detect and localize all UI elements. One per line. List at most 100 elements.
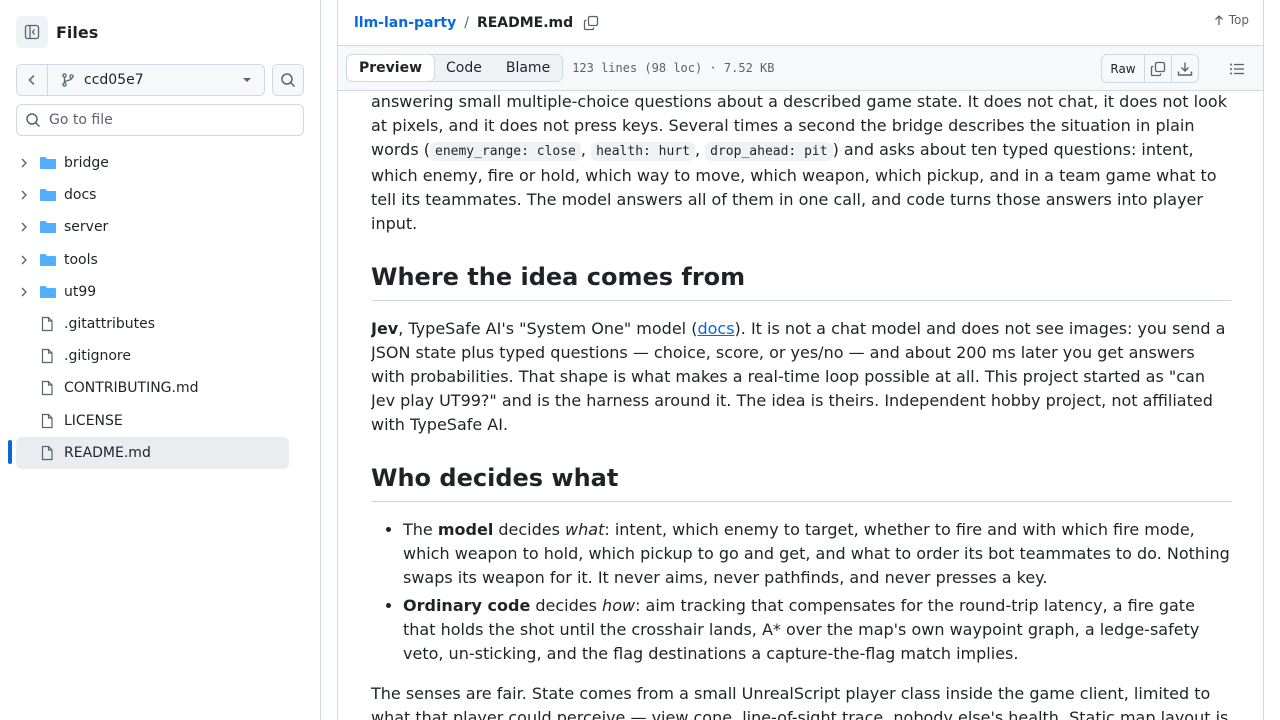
paragraph: Jev, TypeSafe AI's "System One" model (d… bbox=[371, 317, 1232, 437]
chevron-right-icon bbox=[21, 158, 27, 168]
file-tree: bridge docs server tools ut99 .gitattrib… bbox=[16, 147, 289, 469]
branch-name: ccd05e7 bbox=[84, 72, 144, 88]
file-toolbar: Preview Code Blame 123 lines (98 loc) · … bbox=[338, 45, 1263, 91]
sidebar-title: Files bbox=[56, 22, 99, 42]
tree-item-readme[interactable]: README.md bbox=[16, 436, 289, 469]
search-icon bbox=[281, 73, 296, 88]
list-unordered-icon bbox=[1230, 63, 1244, 75]
breadcrumb-separator: / bbox=[464, 14, 469, 31]
docs-link[interactable]: docs bbox=[697, 319, 734, 338]
italic-text: what bbox=[565, 520, 605, 539]
tree-item-contributing[interactable]: CONTRIBUTING.md bbox=[16, 372, 289, 404]
branch-row: ccd05e7 bbox=[16, 64, 304, 96]
bold-text: Jev bbox=[371, 319, 399, 338]
bullet-list: The model decides what: intent, which en… bbox=[371, 518, 1232, 666]
tree-item-label: .gitattributes bbox=[64, 316, 156, 333]
text: , TypeSafe AI's "System One" model ( bbox=[398, 319, 698, 338]
folder-icon bbox=[40, 157, 56, 170]
chevron-right-icon bbox=[21, 287, 27, 297]
tree-item-ut99[interactable]: ut99 bbox=[16, 276, 289, 308]
sidebar-collapse-icon bbox=[24, 24, 40, 40]
branch-selector[interactable]: ccd05e7 bbox=[48, 64, 265, 96]
caret-down-icon bbox=[243, 78, 251, 82]
arrow-up-icon bbox=[1214, 15, 1223, 25]
chevron-right-icon bbox=[21, 222, 27, 232]
list-item: Ordinary code decides how: aim tracking … bbox=[403, 594, 1232, 666]
section-heading: Where the idea comes from bbox=[371, 262, 1232, 301]
tab-preview[interactable]: Preview bbox=[346, 54, 436, 82]
section-heading: Who decides what bbox=[371, 463, 1232, 502]
file-icon bbox=[41, 381, 53, 396]
tree-item-license[interactable]: LICENSE bbox=[16, 405, 289, 437]
tree-item-tools[interactable]: tools bbox=[16, 244, 289, 276]
chevron-right-icon bbox=[21, 255, 27, 265]
file-info: 123 lines (98 loc) · 7.52 KB bbox=[572, 61, 775, 75]
go-to-file-placeholder: Go to file bbox=[49, 112, 113, 128]
chevron-left-icon bbox=[28, 74, 35, 86]
file-icon bbox=[41, 413, 53, 428]
markdown-preview: answering small multiple-choice question… bbox=[371, 91, 1232, 720]
tree-item-bridge[interactable]: bridge bbox=[16, 147, 289, 179]
file-icon bbox=[41, 445, 53, 460]
tree-item-label: README.md bbox=[64, 444, 151, 461]
raw-button[interactable]: Raw bbox=[1102, 55, 1144, 82]
top-label: Top bbox=[1228, 13, 1249, 27]
back-to-top-button[interactable]: Top bbox=[1213, 13, 1249, 27]
go-to-file-input[interactable]: Go to file bbox=[16, 104, 304, 136]
folder-icon bbox=[40, 221, 56, 234]
file-icon bbox=[41, 316, 53, 332]
tree-item-label: LICENSE bbox=[64, 412, 123, 429]
search-files-button[interactable] bbox=[272, 64, 304, 96]
copy-raw-button[interactable] bbox=[1144, 55, 1171, 82]
current-file-name: README.md bbox=[476, 14, 574, 31]
copy-icon bbox=[584, 15, 599, 30]
folder-icon bbox=[40, 285, 56, 298]
tree-item-label: server bbox=[64, 219, 109, 236]
inline-code: drop_ahead: pit bbox=[705, 142, 833, 161]
paragraph: answering small multiple-choice question… bbox=[371, 91, 1232, 236]
sidebar-header: Files bbox=[16, 16, 98, 48]
chevron-right-icon bbox=[21, 190, 27, 200]
text: decides bbox=[493, 520, 566, 539]
file-tree-sidebar: Files ccd05e7 Go to file bridge docs ser… bbox=[0, 0, 321, 720]
back-button[interactable] bbox=[16, 64, 48, 96]
outline-button[interactable] bbox=[1229, 61, 1245, 81]
tree-item-gitattributes[interactable]: .gitattributes bbox=[16, 308, 289, 340]
text: , bbox=[580, 140, 592, 159]
copy-icon bbox=[1150, 61, 1166, 76]
file-view: llm-lan-party / README.md Top Preview Co… bbox=[337, 0, 1264, 720]
tree-item-label: ut99 bbox=[64, 283, 97, 300]
collapse-sidebar-button[interactable] bbox=[16, 16, 48, 48]
tab-code[interactable]: Code bbox=[434, 55, 494, 81]
text: , bbox=[694, 140, 706, 159]
tree-item-server[interactable]: server bbox=[16, 211, 289, 243]
copy-path-button[interactable] bbox=[583, 15, 599, 31]
tree-item-label: tools bbox=[64, 251, 98, 268]
repo-link[interactable]: llm-lan-party bbox=[354, 15, 456, 31]
italic-text: how bbox=[602, 596, 636, 615]
inline-code: enemy_range: close bbox=[430, 142, 581, 161]
paragraph: The senses are fair. State comes from a … bbox=[371, 684, 1229, 720]
file-actions: Raw bbox=[1101, 54, 1199, 83]
inline-code: health: hurt bbox=[591, 142, 695, 161]
list-item: The model decides what: intent, which en… bbox=[403, 518, 1232, 590]
folder-icon bbox=[40, 189, 56, 202]
text: The bbox=[403, 520, 438, 539]
bold-text: Ordinary code bbox=[403, 596, 531, 615]
tree-item-gitignore[interactable]: .gitignore bbox=[16, 340, 289, 372]
tree-item-docs[interactable]: docs bbox=[16, 179, 289, 211]
search-icon bbox=[26, 113, 41, 128]
download-button[interactable] bbox=[1171, 55, 1198, 82]
tree-item-label: bridge bbox=[64, 155, 109, 172]
git-branch-icon bbox=[62, 73, 74, 87]
file-icon bbox=[41, 349, 53, 364]
folder-icon bbox=[40, 253, 56, 266]
tree-item-label: CONTRIBUTING.md bbox=[64, 380, 199, 397]
bold-text: model bbox=[437, 520, 494, 539]
tree-item-label: docs bbox=[64, 187, 97, 204]
tree-item-label: .gitignore bbox=[64, 348, 131, 365]
tab-blame[interactable]: Blame bbox=[494, 55, 562, 81]
download-icon bbox=[1177, 62, 1193, 76]
selected-indicator bbox=[8, 440, 12, 464]
view-mode-tabs: Preview Code Blame bbox=[346, 54, 564, 82]
